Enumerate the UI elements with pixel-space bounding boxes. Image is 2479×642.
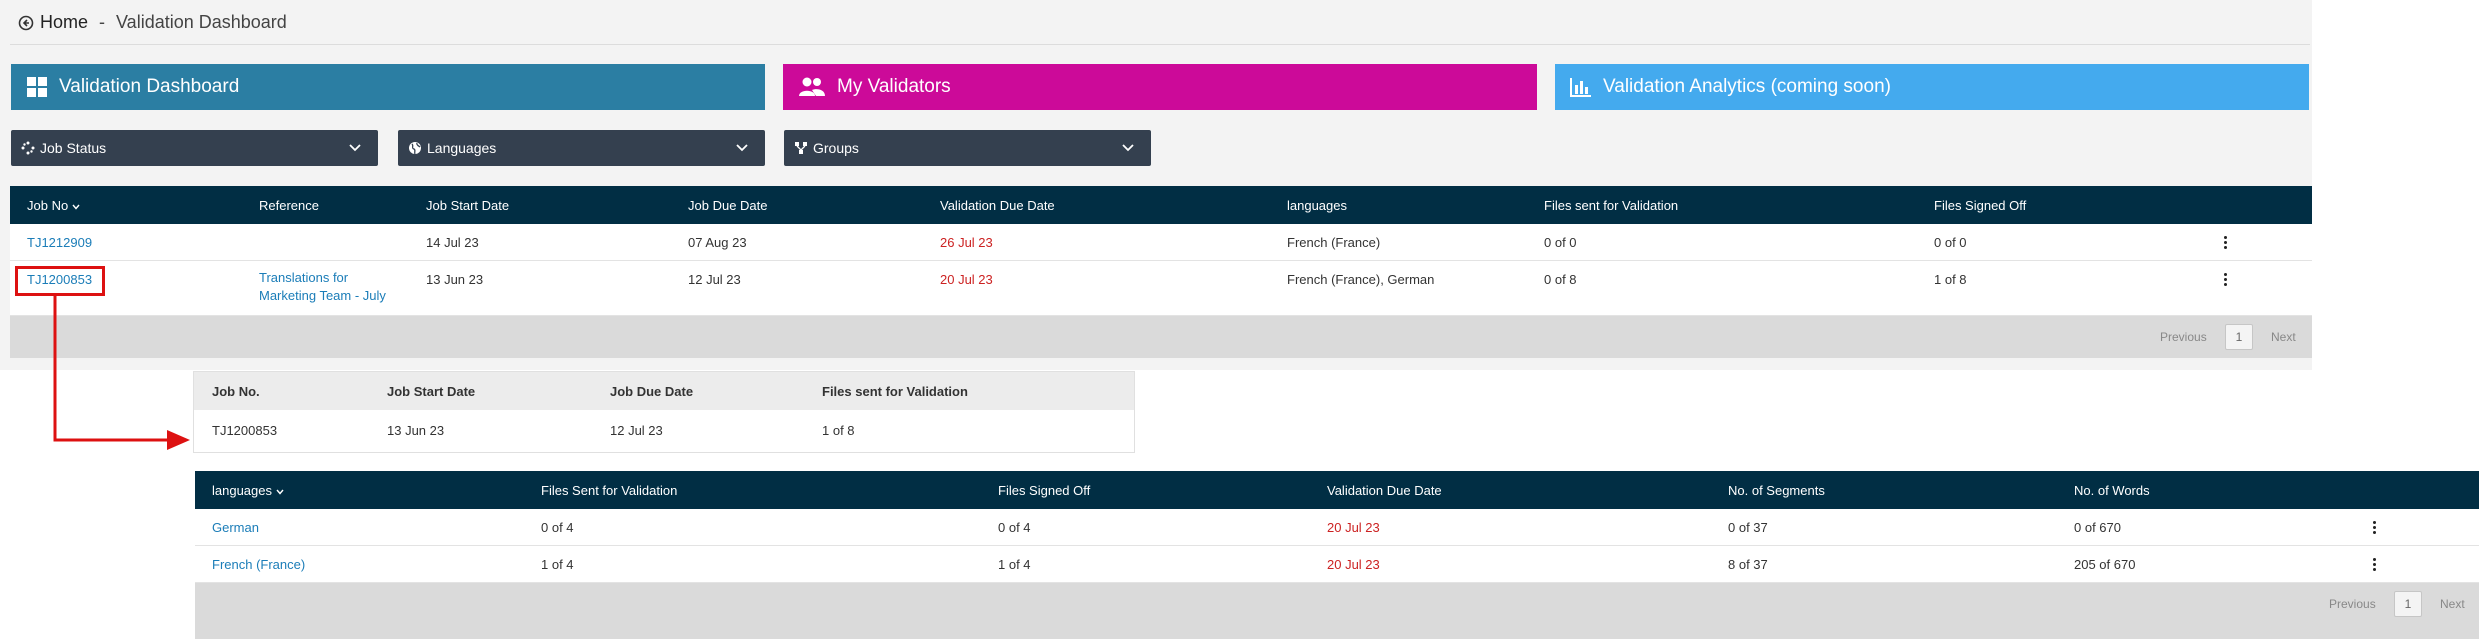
col-job-due-date: Job Due Date (688, 198, 768, 213)
col-job-no: Job No. (212, 384, 260, 399)
signed-off-cell: 0 of 4 (998, 520, 1031, 535)
col-job-due-date: Job Due Date (610, 384, 694, 399)
tile-label: My Validators (837, 76, 951, 97)
jobs-table: Job No Reference Job Start Date Job Due … (10, 186, 2312, 358)
detail-start-date: 13 Jun 23 (387, 423, 445, 438)
table-row[interactable]: TJ1200853 Translations for Marketing Tea… (10, 261, 2312, 316)
next-button[interactable]: Next (2271, 330, 2296, 344)
table-row[interactable]: TJ1212909 14 Jul 23 07 Aug 23 26 Jul 23 … (10, 224, 2312, 261)
globe-icon (409, 142, 421, 155)
bar-chart-icon (1570, 78, 1591, 97)
languages-cell: French (France) (1287, 235, 1381, 250)
due-date-cell: 07 Aug 23 (688, 235, 747, 250)
tile-label: Validation Analytics (coming soon) (1603, 76, 1891, 97)
row-menu-icon[interactable] (2373, 521, 2377, 536)
detail-header: Job No. Job Start Date Job Due Date File… (194, 372, 1134, 410)
files-sent-cell: 1 of 4 (541, 557, 574, 572)
col-validation-due-date: Validation Due Date (940, 198, 1055, 213)
validation-due-cell: 20 Jul 23 (1327, 557, 1380, 572)
chevron-down-icon (1122, 144, 1134, 152)
col-files-signed-off: Files Signed Off (998, 483, 1091, 498)
reference-link[interactable]: Translations for Marketing Team - July (259, 269, 399, 305)
start-date-cell: 14 Jul 23 (426, 235, 479, 250)
files-sent-cell: 0 of 8 (1544, 272, 1577, 287)
breadcrumb-divider (10, 44, 2310, 45)
col-languages[interactable]: languages (212, 483, 284, 498)
table-header: Job No Reference Job Start Date Job Due … (10, 186, 2312, 224)
detail-row: TJ1200853 13 Jun 23 12 Jul 23 1 of 8 (194, 410, 1134, 452)
pagination: Previous 1 Next (195, 583, 2479, 639)
languages-dropdown[interactable]: Languages (398, 130, 765, 166)
col-languages: languages (1287, 198, 1347, 213)
languages-cell: French (France), German (1287, 272, 1435, 287)
validation-due-cell: 26 Jul 23 (940, 235, 993, 250)
sort-down-icon (276, 489, 284, 495)
signed-off-cell: 1 of 8 (1934, 272, 1967, 287)
col-files-sent: Files sent for Validation (822, 384, 968, 399)
chevron-down-icon (736, 144, 748, 152)
words-cell: 205 of 670 (2074, 557, 2136, 572)
col-files-signed-off: Files Signed Off (1934, 198, 2027, 213)
detail-job-no: TJ1200853 (212, 423, 278, 438)
row-menu-icon[interactable] (2224, 236, 2228, 251)
groups-dropdown[interactable]: Groups (784, 130, 1151, 166)
page-1-button[interactable]: 1 (2225, 324, 2253, 350)
pagination: Previous 1 Next (10, 316, 2312, 358)
next-button[interactable]: Next (2440, 597, 2465, 611)
validation-due-cell: 20 Jul 23 (1327, 520, 1380, 535)
col-reference: Reference (259, 198, 319, 213)
previous-button[interactable]: Previous (2329, 597, 2376, 611)
dropdown-label: Groups (813, 140, 859, 156)
segments-cell: 8 of 37 (1728, 557, 1768, 572)
segments-cell: 0 of 37 (1728, 520, 1768, 535)
col-files-sent: Files Sent for Validation (541, 483, 678, 498)
language-link[interactable]: German (212, 520, 259, 535)
tile-my-validators[interactable]: My Validators (783, 64, 1537, 110)
previous-button[interactable]: Previous (2160, 330, 2207, 344)
col-files-sent: Files sent for Validation (1544, 198, 1679, 213)
validation-due-cell: 20 Jul 23 (940, 272, 993, 287)
language-link[interactable]: French (France) (212, 557, 305, 572)
files-sent-cell: 0 of 0 (1544, 235, 1577, 250)
detail-files-sent: 1 of 8 (822, 423, 855, 438)
signed-off-cell: 1 of 4 (998, 557, 1031, 572)
due-date-cell: 12 Jul 23 (688, 272, 741, 287)
col-validation-due-date: Validation Due Date (1327, 483, 1442, 498)
start-date-cell: 13 Jun 23 (426, 272, 484, 287)
col-job-start-date: Job Start Date (387, 384, 476, 399)
sitemap-icon (795, 142, 807, 154)
job-detail-panel: Job No. Job Start Date Job Due Date File… (193, 371, 1135, 453)
row-menu-icon[interactable] (2373, 558, 2377, 573)
signed-off-cell: 0 of 0 (1934, 235, 1967, 250)
col-segments: No. of Segments (1728, 483, 1825, 498)
row-menu-icon[interactable] (2224, 273, 2228, 288)
words-cell: 0 of 670 (2074, 520, 2121, 535)
language-breakdown-table: languages Files Sent for Validation File… (195, 471, 2479, 639)
detail-due-date: 12 Jul 23 (610, 423, 663, 438)
annotation-arrow (53, 296, 190, 450)
table-header: languages Files Sent for Validation File… (195, 471, 2479, 509)
files-sent-cell: 0 of 4 (541, 520, 574, 535)
table-row[interactable]: German 0 of 4 0 of 4 20 Jul 23 0 of 37 0… (195, 509, 2479, 546)
page-1-button[interactable]: 1 (2394, 591, 2422, 617)
col-job-start-date: Job Start Date (426, 198, 510, 213)
dropdown-label: Languages (427, 140, 497, 156)
tile-validation-analytics[interactable]: Validation Analytics (coming soon) (1555, 64, 2309, 110)
table-row[interactable]: French (France) 1 of 4 1 of 4 20 Jul 23 … (195, 546, 2479, 583)
users-icon (799, 77, 825, 96)
col-words: No. of Words (2074, 483, 2150, 498)
chevron-down-icon (349, 144, 361, 152)
